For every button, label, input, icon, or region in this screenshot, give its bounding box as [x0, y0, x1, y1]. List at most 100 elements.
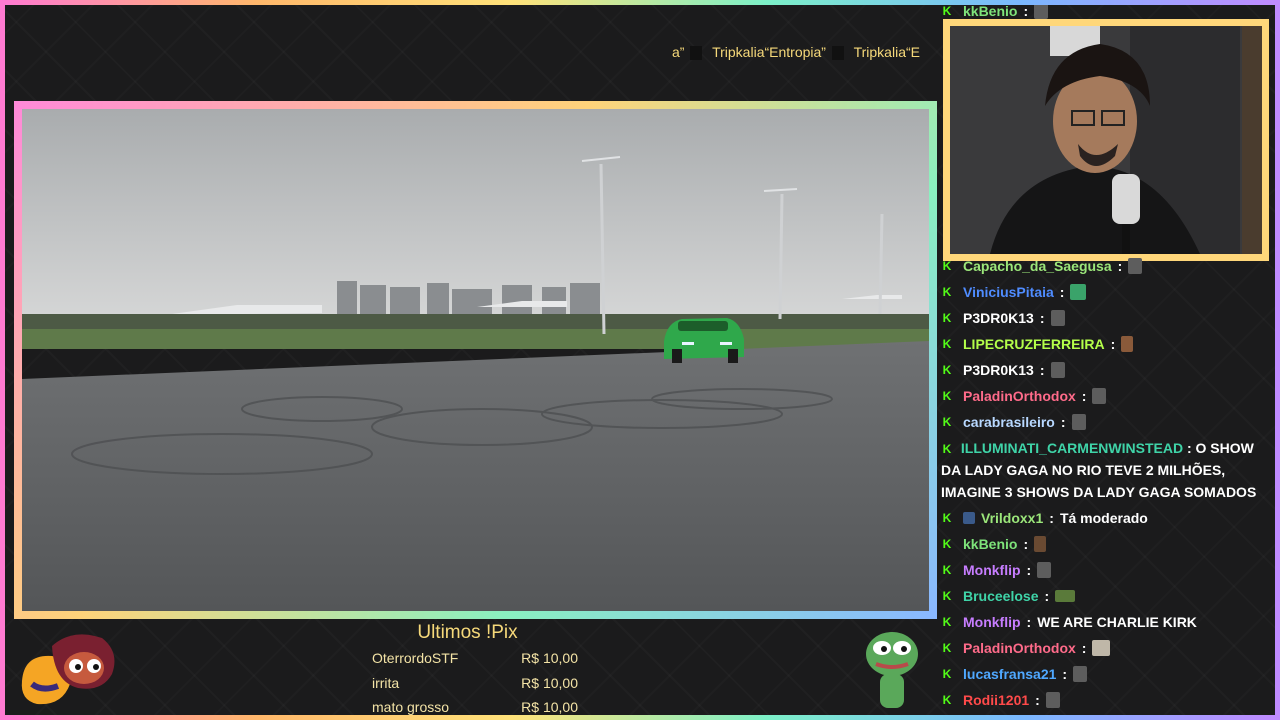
chat-message: K Rodii1201: — [941, 689, 1261, 711]
emote-icon — [1037, 562, 1052, 578]
pix-amount: R$ 10,00 — [521, 674, 578, 691]
chat-username[interactable]: ViniciusPitaia — [963, 281, 1054, 303]
chat-username[interactable]: Monkflip — [963, 559, 1021, 581]
kick-badge-icon: K — [942, 311, 952, 325]
chat-colon: : — [1060, 414, 1066, 430]
chat-message: K LIPECRUZFERREIRA: — [941, 333, 1261, 355]
chat-panel: K kkBenio: K Capacho_da_Saegusa: K Vinic… — [941, 0, 1271, 720]
pix-amount: R$ 10,00 — [521, 650, 578, 666]
chat-username[interactable]: LIPECRUZFERREIRA — [963, 333, 1105, 355]
chat-username[interactable]: Monkflip — [963, 611, 1021, 633]
chat-colon: : — [1023, 3, 1029, 19]
chat-colon: : — [1023, 536, 1029, 552]
chat-colon: : — [1062, 666, 1068, 682]
chat-colon: : — [1026, 562, 1032, 578]
emote-icon — [1055, 590, 1076, 602]
kick-badge-icon: K — [942, 693, 952, 707]
chat-message: K P3DR0K13: — [941, 359, 1261, 381]
emote-icon — [1045, 692, 1060, 708]
chat-username[interactable]: carabrasileiro — [963, 411, 1055, 433]
kick-badge-icon: K — [942, 563, 952, 577]
emote-icon — [1034, 536, 1047, 552]
chat-username[interactable]: PaladinOrthodox — [963, 385, 1076, 407]
chat-username[interactable]: kkBenio — [963, 533, 1017, 555]
chat-colon: : — [1026, 614, 1032, 630]
chat-message: K ILLUMINATI_CARMENWINSTEAD : O SHOW DA … — [941, 437, 1261, 503]
chat-username[interactable]: P3DR0K13 — [963, 359, 1034, 381]
ticker-separator — [690, 46, 703, 61]
chat-colon: : — [1044, 588, 1050, 604]
chat-colon: : — [1117, 258, 1123, 274]
kick-badge-icon: K — [942, 442, 952, 457]
pix-donor: mato grosso — [372, 699, 450, 715]
chat-colon: : — [1039, 362, 1045, 378]
chat-colon: : — [1049, 510, 1054, 526]
kick-badge-icon: K — [942, 363, 952, 377]
chat-text: Tá moderado — [1059, 510, 1148, 526]
kick-badge-icon: K — [942, 641, 952, 655]
chat-message: K Monkflip: — [941, 559, 1261, 581]
cartoon-mascot-icon — [21, 634, 115, 705]
chat-username[interactable]: Vrildoxx1 — [981, 507, 1043, 529]
chat-username[interactable]: ILLUMINATI_CARMENWINSTEAD — [961, 440, 1183, 456]
kick-badge-icon: K — [942, 415, 952, 429]
green-car — [664, 318, 744, 363]
ticker-separator — [831, 46, 844, 61]
chat-username[interactable]: lucasfransa21 — [963, 663, 1056, 685]
emote-icon — [1128, 258, 1143, 274]
chat-colon: : — [1183, 440, 1196, 456]
chat-message: K carabrasileiro: — [941, 411, 1261, 433]
chat-colon: : — [1039, 310, 1045, 326]
kick-badge-icon: K — [942, 537, 952, 551]
pix-row: mato grosso R$ 10,00 — [372, 695, 578, 720]
pix-row: irrita R$ 10,00 — [372, 671, 578, 696]
chat-message: K lucasfransa21: — [941, 663, 1261, 685]
pix-row: OterrordoSTF R$ 10,00 — [372, 646, 578, 671]
emote-icon — [1071, 414, 1086, 430]
chat-message: K P3DR0K13: — [941, 307, 1261, 329]
kick-badge-icon: K — [942, 511, 952, 525]
chat-message: K Monkflip: WE ARE CHARLIE KIRK — [941, 611, 1261, 633]
pix-panel: Ultimos !Pix OterrordoSTF R$ 10,00 irrit… — [372, 622, 578, 720]
kick-badge-icon: K — [942, 615, 952, 629]
pepe-frog-icon — [866, 632, 918, 708]
chat-username[interactable]: PaladinOrthodox — [963, 637, 1076, 659]
kick-badge-icon: K — [942, 389, 952, 403]
emote-icon — [1050, 362, 1065, 378]
chat-username[interactable]: Capacho_da_Saegusa — [963, 255, 1112, 277]
chat-username[interactable]: kkBenio — [963, 0, 1017, 22]
emote-icon — [1121, 336, 1134, 352]
kick-badge-icon: K — [942, 4, 952, 18]
chat-colon: : — [1110, 336, 1116, 352]
ticker-item: Tripkalia“E — [853, 44, 920, 60]
chat-message: K Capacho_da_Saegusa: — [941, 255, 1261, 277]
kick-badge-icon: K — [942, 337, 952, 351]
video-frame — [14, 101, 937, 619]
ticker-item: Tripkalia“Entropia” — [712, 44, 826, 60]
pix-amount: R$ 10,00 — [521, 699, 578, 715]
emote-icon — [1073, 666, 1088, 682]
emote-icon — [1092, 388, 1107, 404]
kick-badge-icon: K — [942, 667, 952, 681]
pix-donor: irrita — [372, 674, 400, 691]
kick-badge-icon: K — [942, 285, 952, 299]
emote-icon — [963, 512, 975, 524]
chat-username[interactable]: Bruceelose — [963, 585, 1038, 607]
chat-message: K kkBenio: — [941, 533, 1261, 555]
video-player[interactable] — [22, 109, 929, 611]
kick-badge-icon: K — [942, 589, 952, 603]
emote-icon — [1034, 3, 1049, 19]
ticker-item: a” — [672, 44, 685, 60]
chat-colon: : — [1059, 284, 1065, 300]
chat-message: K PaladinOrthodox: — [941, 385, 1261, 407]
pix-title: Ultimos !Pix — [417, 622, 518, 643]
pix-donor: OterrordoSTF — [372, 650, 459, 666]
emote-icon — [1050, 310, 1065, 326]
kick-badge-icon: K — [942, 259, 952, 273]
chat-message: K Bruceelose: — [941, 585, 1261, 607]
chat-username[interactable]: Rodii1201 — [963, 689, 1029, 711]
emote-icon — [1070, 284, 1087, 300]
chat-username[interactable]: P3DR0K13 — [963, 307, 1034, 329]
chat-colon: : — [1035, 692, 1040, 708]
chat-message: K PaladinOrthodox: — [941, 637, 1261, 659]
